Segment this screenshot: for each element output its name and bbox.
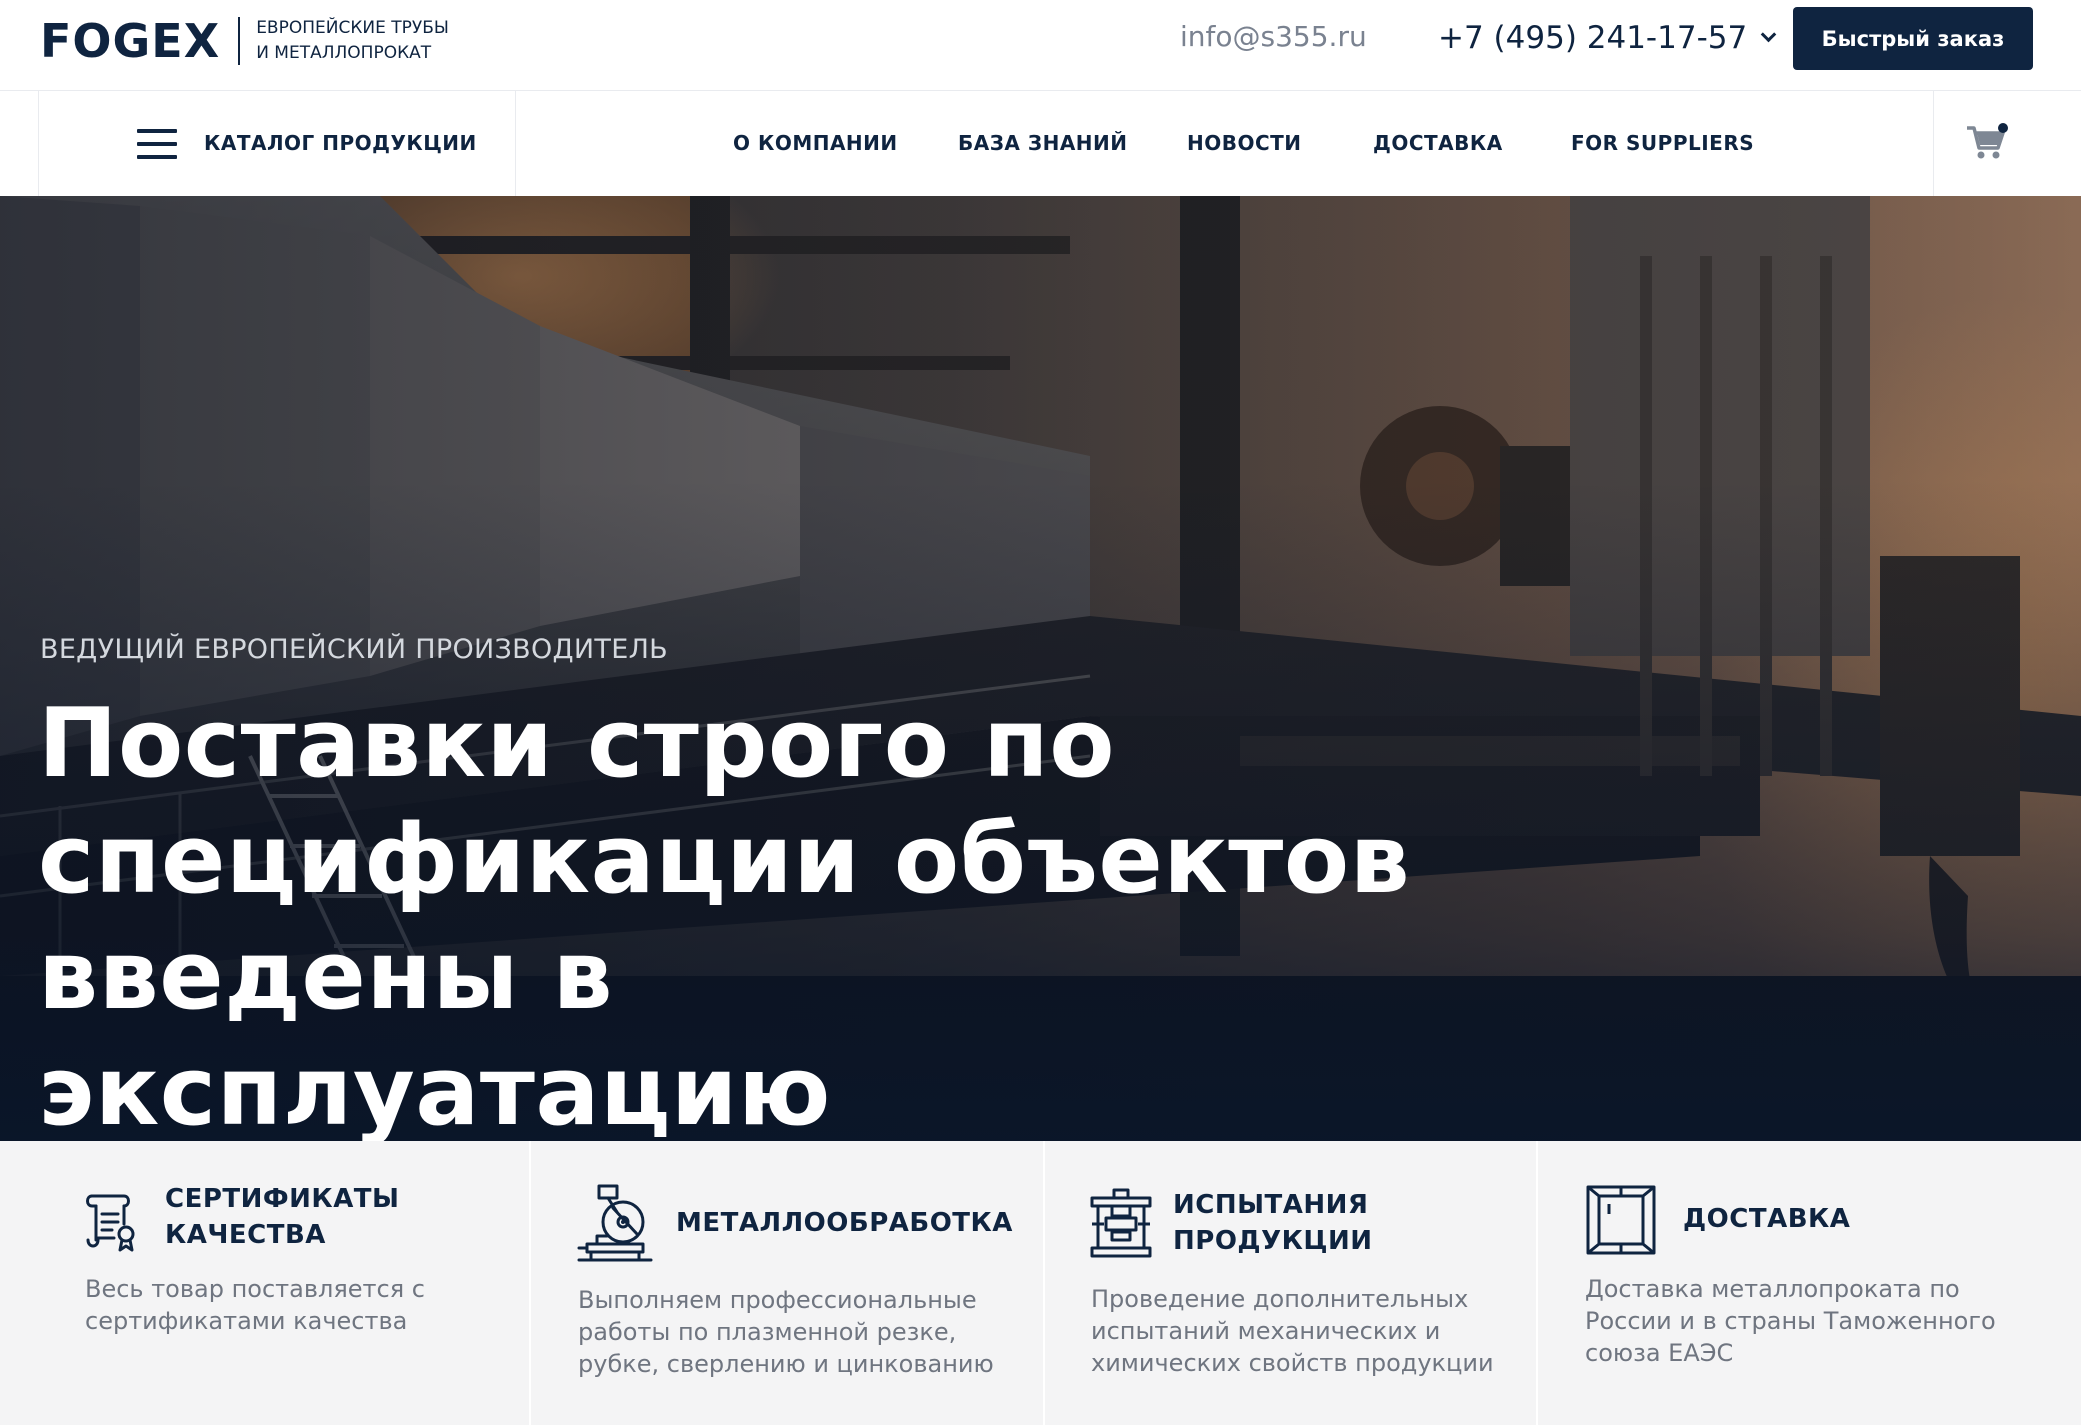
- feature-title: ИСПЫТАНИЯ ПРОДУКЦИИ: [1173, 1187, 1373, 1259]
- hero-banner: ВЕДУЩИЙ ЕВРОПЕЙСКИЙ ПРОИЗВОДИТЕЛЬ Постав…: [0, 196, 2081, 1141]
- tagline-line-2: И МЕТАЛЛОПРОКАТ: [256, 43, 432, 63]
- feature-certificates[interactable]: СЕРТИФИКАТЫ КАЧЕСТВА Весь товар поставля…: [0, 1141, 531, 1425]
- nav-item-knowledge-base[interactable]: БАЗА ЗНАНИЙ: [958, 131, 1128, 155]
- feature-title: СЕРТИФИКАТЫ КАЧЕСТВА: [165, 1181, 400, 1253]
- feature-product-testing[interactable]: ИСПЫТАНИЯ ПРОДУКЦИИ Проведение дополните…: [1045, 1141, 1538, 1425]
- feature-title-line-2: КАЧЕСТВА: [165, 1220, 326, 1250]
- testing-press-icon: [1090, 1188, 1152, 1258]
- feature-text-line-2: работы по плазменной резке,: [578, 1318, 957, 1346]
- catalog-label: КАТАЛОГ ПРОДУКЦИИ: [204, 131, 477, 155]
- nav-item-for-suppliers[interactable]: FOR SUPPLIERS: [1571, 131, 1754, 155]
- phone-number: +7 (495) 241-17-57: [1438, 20, 1748, 56]
- feature-text-line-3: химических свойств продукции: [1091, 1349, 1494, 1377]
- logo-tagline: ЕВРОПЕЙСКИЕ ТРУБЫ И МЕТАЛЛОПРОКАТ: [256, 16, 449, 66]
- logo-wordmark: FOGEX: [40, 14, 221, 68]
- chevron-down-icon[interactable]: [1760, 26, 1777, 42]
- hero-title-line-1: Поставки строго по: [38, 689, 1116, 799]
- tagline-line-1: ЕВРОПЕЙСКИЕ ТРУБЫ: [256, 18, 449, 38]
- feature-text-line-1: Весь товар поставляется с: [85, 1275, 425, 1303]
- feature-text-line-3: рубке, сверлению и цинкованию: [578, 1350, 994, 1378]
- hamburger-menu-icon: [137, 129, 177, 159]
- phone-dropdown[interactable]: +7 (495) 241-17-57: [1438, 20, 1777, 56]
- hero-kicker: ВЕДУЩИЙ ЕВРОПЕЙСКИЙ ПРОИЗВОДИТЕЛЬ: [40, 634, 668, 665]
- logo[interactable]: FOGEX ЕВРОПЕЙСКИЕ ТРУБЫ И МЕТАЛЛОПРОКАТ: [40, 14, 449, 68]
- email-link[interactable]: info@s355.ru: [1180, 20, 1367, 53]
- feature-title: МЕТАЛЛООБРАБОТКА: [676, 1205, 1013, 1241]
- feature-text-line-1: Доставка металлопроката по: [1585, 1275, 1960, 1303]
- feature-metal-processing[interactable]: МЕТАЛЛООБРАБОТКА Выполняем профессиональ…: [531, 1141, 1045, 1425]
- feature-text-line-2: России и в страны Таможенного: [1585, 1307, 1996, 1335]
- feature-title: ДОСТАВКА: [1683, 1201, 1850, 1237]
- quick-order-button[interactable]: Быстрый заказ: [1793, 7, 2033, 70]
- feature-delivery[interactable]: ДОСТАВКА Доставка металлопроката по Росс…: [1538, 1141, 2081, 1425]
- hero-title-line-3: введены в эксплуатацию: [38, 921, 831, 1141]
- nav-item-news[interactable]: НОВОСТИ: [1187, 131, 1302, 155]
- feature-description: Выполняем профессиональные работы по пла…: [578, 1284, 994, 1380]
- logo-divider: [238, 17, 241, 65]
- feature-text-line-2: испытаний механических и: [1091, 1317, 1441, 1345]
- feature-description: Доставка металлопроката по России и в ст…: [1585, 1273, 1996, 1369]
- cutting-saw-icon: [577, 1184, 653, 1262]
- feature-title-line-2: ПРОДУКЦИИ: [1173, 1226, 1373, 1256]
- hero-title: Поставки строго по спецификации объектов…: [38, 686, 1438, 1141]
- feature-text-line-1: Проведение дополнительных: [1091, 1285, 1469, 1313]
- feature-title-line-1: СЕРТИФИКАТЫ: [165, 1184, 400, 1214]
- feature-title-line-1: ДОСТАВКА: [1683, 1204, 1851, 1234]
- feature-description: Весь товар поставляется с сертификатами …: [85, 1273, 425, 1337]
- feature-text-line-1: Выполняем профессиональные: [578, 1286, 977, 1314]
- feature-text-line-2: сертификатами качества: [85, 1307, 408, 1335]
- top-bar: FOGEX ЕВРОПЕЙСКИЕ ТРУБЫ И МЕТАЛЛОПРОКАТ …: [0, 0, 2081, 90]
- feature-title-line-1: ИСПЫТАНИЯ: [1173, 1190, 1369, 1220]
- cart-badge-dot: [1998, 123, 2008, 133]
- feature-title-line-1: МЕТАЛЛООБРАБОТКА: [676, 1208, 1013, 1238]
- box-delivery-icon: [1586, 1185, 1656, 1255]
- nav-item-delivery[interactable]: ДОСТАВКА: [1373, 131, 1503, 155]
- main-nav: КАТАЛОГ ПРОДУКЦИИ О КОМПАНИИ БАЗА ЗНАНИЙ…: [0, 90, 2081, 197]
- nav-item-about[interactable]: О КОМПАНИИ: [733, 131, 898, 155]
- scroll-certificate-icon: [86, 1194, 135, 1252]
- catalog-menu-button[interactable]: КАТАЛОГ ПРОДУКЦИИ: [38, 91, 516, 197]
- hero-title-line-2: спецификации объектов: [38, 805, 1411, 915]
- feature-text-line-3: союза ЕАЭС: [1585, 1339, 1734, 1367]
- features-strip: СЕРТИФИКАТЫ КАЧЕСТВА Весь товар поставля…: [0, 1141, 2081, 1425]
- feature-description: Проведение дополнительных испытаний меха…: [1091, 1283, 1494, 1379]
- cart-button[interactable]: [1933, 91, 2081, 197]
